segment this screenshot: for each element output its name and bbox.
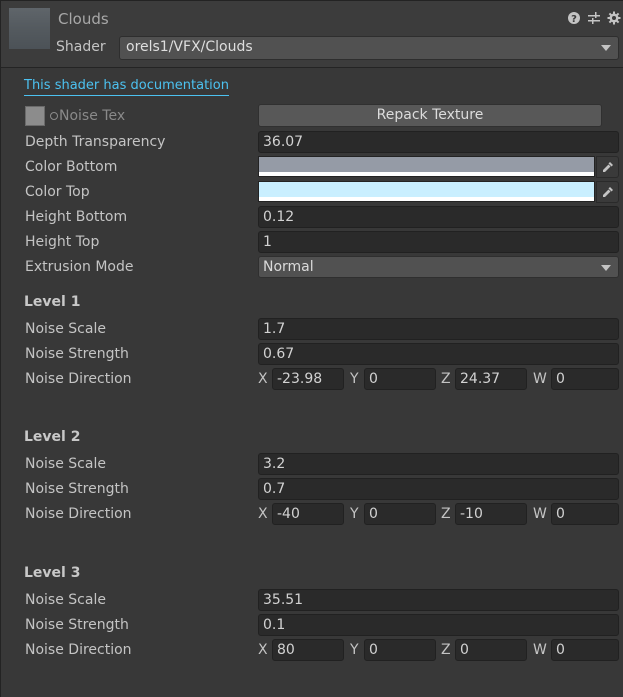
header-icons: ? xyxy=(567,11,621,25)
direction-y-field[interactable]: 0 xyxy=(364,503,436,525)
noise-scale-row: Noise Scale 35.51 xyxy=(0,588,623,613)
height-top-label: Height Top xyxy=(25,234,100,250)
material-header: Clouds Shader orels1/VFX/Clouds ? xyxy=(1,1,623,68)
color-bottom-label: Color Bottom xyxy=(25,159,118,175)
extrusion-mode-row: Extrusion Mode Normal xyxy=(0,255,623,280)
extrusion-mode-dropdown[interactable]: Normal xyxy=(258,256,619,278)
noise-scale-label: Noise Scale xyxy=(25,456,106,472)
depth-transparency-field[interactable]: 36.07 xyxy=(258,131,619,153)
noise-tex-slot[interactable] xyxy=(25,106,45,126)
color-top-field[interactable] xyxy=(258,181,595,202)
x-component-label[interactable]: X xyxy=(258,506,268,522)
gear-icon[interactable] xyxy=(607,11,621,25)
help-icon[interactable]: ? xyxy=(567,11,581,25)
w-component-label[interactable]: W xyxy=(533,506,547,522)
z-component-label[interactable]: Z xyxy=(441,371,451,387)
extrusion-mode-label: Extrusion Mode xyxy=(25,259,134,275)
direction-y-field[interactable]: 0 xyxy=(364,639,436,661)
x-component-label[interactable]: X xyxy=(258,371,268,387)
direction-x-field[interactable]: 80 xyxy=(272,639,344,661)
direction-w-field[interactable]: 0 xyxy=(551,503,619,525)
shader-dropdown[interactable]: orels1/VFX/Clouds xyxy=(119,36,619,60)
y-component-label[interactable]: Y xyxy=(350,642,359,658)
direction-z-field[interactable]: -10 xyxy=(455,503,527,525)
shader-label: Shader xyxy=(56,39,106,55)
texture-picker-icon[interactable] xyxy=(50,112,58,120)
x-component-label[interactable]: X xyxy=(258,642,268,658)
chevron-down-icon xyxy=(601,45,611,51)
w-component-label[interactable]: W xyxy=(533,642,547,658)
depth-transparency-label: Depth Transparency xyxy=(25,134,166,150)
color-top-row: Color Top xyxy=(0,180,623,205)
height-bottom-row: Height Bottom 0.12 xyxy=(0,205,623,230)
height-top-row: Height Top 1 xyxy=(0,230,623,255)
shader-dropdown-value: orels1/VFX/Clouds xyxy=(126,39,253,55)
color-bottom-field[interactable] xyxy=(258,156,595,177)
noise-direction-label: Noise Direction xyxy=(25,506,132,522)
height-bottom-label: Height Bottom xyxy=(25,209,128,225)
direction-w-field[interactable]: 0 xyxy=(551,639,619,661)
noise-scale-field[interactable]: 35.51 xyxy=(258,589,619,611)
noise-strength-field[interactable]: 0.7 xyxy=(258,478,619,500)
noise-direction-row: Noise Direction X -40 Y 0 Z -10 W 0 xyxy=(0,502,623,527)
direction-w-field[interactable]: 0 xyxy=(551,368,619,390)
color-top-alpha-bar xyxy=(259,197,594,201)
repack-texture-button[interactable]: Repack Texture xyxy=(258,104,602,127)
direction-z-field[interactable]: 0 xyxy=(455,639,527,661)
y-component-label[interactable]: Y xyxy=(350,371,359,387)
noise-tex-row: Noise Tex Repack Texture xyxy=(0,104,623,129)
noise-direction-label: Noise Direction xyxy=(25,642,132,658)
noise-scale-row: Noise Scale 1.7 xyxy=(0,317,623,342)
noise-strength-row: Noise Strength 0.7 xyxy=(0,477,623,502)
color-bottom-alpha-bar xyxy=(259,172,594,176)
noise-scale-field[interactable]: 1.7 xyxy=(258,318,619,340)
direction-x-field[interactable]: -23.98 xyxy=(272,368,344,390)
noise-direction-row: Noise Direction X -23.98 Y 0 Z 24.37 W 0 xyxy=(0,367,623,392)
color-top-swatch xyxy=(259,182,594,197)
height-top-field[interactable]: 1 xyxy=(258,231,619,253)
height-bottom-field[interactable]: 0.12 xyxy=(258,206,619,228)
noise-direction-row: Noise Direction X 80 Y 0 Z 0 W 0 xyxy=(0,638,623,663)
preset-sliders-icon[interactable] xyxy=(587,11,601,25)
noise-scale-label: Noise Scale xyxy=(25,592,106,608)
direction-x-field[interactable]: -40 xyxy=(272,503,344,525)
depth-transparency-row: Depth Transparency 36.07 xyxy=(0,130,623,155)
level-title: Level 3 xyxy=(24,565,81,581)
noise-strength-field[interactable]: 0.1 xyxy=(258,614,619,636)
noise-strength-field[interactable]: 0.67 xyxy=(258,343,619,365)
noise-strength-label: Noise Strength xyxy=(25,346,129,362)
color-bottom-row: Color Bottom xyxy=(0,155,623,180)
direction-z-field[interactable]: 24.37 xyxy=(455,368,527,390)
noise-strength-label: Noise Strength xyxy=(25,617,129,633)
noise-strength-label: Noise Strength xyxy=(25,481,129,497)
color-top-label: Color Top xyxy=(25,184,90,200)
z-component-label[interactable]: Z xyxy=(441,506,451,522)
y-component-label[interactable]: Y xyxy=(350,506,359,522)
noise-direction-label: Noise Direction xyxy=(25,371,132,387)
z-component-label[interactable]: Z xyxy=(441,642,451,658)
noise-strength-row: Noise Strength 0.67 xyxy=(0,342,623,367)
material-name: Clouds xyxy=(58,10,109,28)
color-bottom-swatch xyxy=(259,157,594,172)
noise-strength-row: Noise Strength 0.1 xyxy=(0,613,623,638)
noise-scale-field[interactable]: 3.2 xyxy=(258,453,619,475)
extrusion-mode-value: Normal xyxy=(263,259,314,275)
level-title: Level 1 xyxy=(24,294,81,310)
w-component-label[interactable]: W xyxy=(533,371,547,387)
documentation-link[interactable]: This shader has documentation xyxy=(24,78,229,96)
chevron-down-icon xyxy=(601,265,611,271)
direction-y-field[interactable]: 0 xyxy=(364,368,436,390)
noise-scale-label: Noise Scale xyxy=(25,321,106,337)
noise-tex-label: Noise Tex xyxy=(59,108,126,124)
level-title: Level 2 xyxy=(24,429,81,445)
eyedropper-icon[interactable] xyxy=(596,181,619,203)
svg-text:?: ? xyxy=(571,14,577,25)
eyedropper-icon[interactable] xyxy=(596,156,619,178)
noise-scale-row: Noise Scale 3.2 xyxy=(0,452,623,477)
material-preview-thumbnail[interactable] xyxy=(9,8,50,49)
